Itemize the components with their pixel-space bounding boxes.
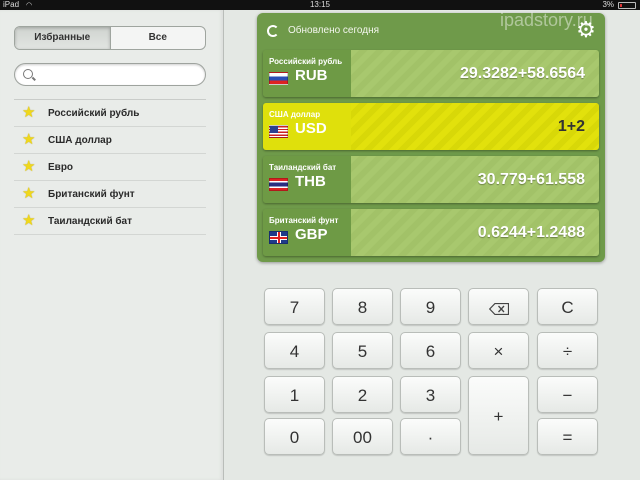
- currency-row-gbp[interactable]: Британский фунт GBP 0.6244+1.2488: [263, 209, 599, 256]
- list-item-rub[interactable]: ★ Российский рубль: [14, 100, 206, 127]
- segmented-control: Избранные Все: [14, 26, 206, 50]
- list-item-thb[interactable]: ★ Таиландский бат: [14, 208, 206, 235]
- currency-label-area: Таиландский бат THB: [263, 156, 351, 203]
- segment-favorites[interactable]: Избранные: [15, 27, 111, 49]
- star-icon: ★: [22, 131, 36, 148]
- currency-row-usd[interactable]: США доллар USD 1+2: [263, 103, 599, 150]
- battery-percent: 3%: [602, 0, 614, 9]
- list-item-label: Российский рубль: [48, 108, 140, 119]
- divide-button[interactable]: ÷: [537, 332, 598, 369]
- clear-button[interactable]: C: [537, 288, 598, 325]
- list-item-gbp[interactable]: ★ Британский фунт: [14, 181, 206, 208]
- currency-code: GBP: [295, 226, 328, 243]
- sidebar: Избранные Все ★ Российский рубль ★ США д…: [0, 10, 224, 480]
- key-8[interactable]: 8: [332, 288, 393, 325]
- currency-value: 1+2: [557, 118, 585, 135]
- currency-label-area: Британский фунт GBP: [263, 209, 351, 256]
- key-5[interactable]: 5: [332, 332, 393, 369]
- equals-button[interactable]: =: [537, 418, 598, 455]
- currency-value-area: 0.6244+1.2488: [351, 209, 599, 256]
- backspace-icon: [488, 302, 509, 315]
- search-icon: [23, 69, 33, 79]
- refresh-icon[interactable]: [267, 25, 279, 37]
- list-item-label: Таиландский бат: [48, 216, 133, 227]
- battery-icon: [618, 2, 636, 9]
- multiply-button[interactable]: ×: [468, 332, 529, 369]
- currency-name: Британский фунт: [269, 216, 339, 225]
- currency-name: Российский рубль: [269, 57, 343, 66]
- currency-label-area: США доллар USD: [263, 103, 351, 150]
- currency-name: США доллар: [269, 110, 321, 119]
- currency-value: 29.3282+58.6564: [459, 65, 585, 82]
- currency-panel: Обновлено сегодня ⚙ Российский рубль RUB…: [257, 13, 605, 262]
- key-6[interactable]: 6: [400, 332, 461, 369]
- backspace-button[interactable]: [468, 288, 529, 325]
- search-input[interactable]: [39, 66, 199, 83]
- key-3[interactable]: 3: [400, 376, 461, 413]
- currency-name: Таиландский бат: [269, 163, 337, 172]
- list-item-label: США доллар: [48, 135, 112, 146]
- key-7[interactable]: 7: [264, 288, 325, 325]
- usa-flag-icon: [269, 125, 288, 138]
- currency-code: USD: [295, 120, 327, 137]
- currency-rows: Российский рубль RUB 29.3282+58.6564 США…: [263, 50, 599, 262]
- plus-button[interactable]: +: [468, 376, 529, 455]
- list-item-usd[interactable]: ★ США доллар: [14, 127, 206, 154]
- star-icon: ★: [22, 158, 36, 175]
- uk-flag-icon: [269, 231, 288, 244]
- star-icon: ★: [22, 212, 36, 229]
- clock: 13:15: [309, 0, 331, 9]
- status-bar: iPad ◠ 13:15 3%: [0, 0, 640, 10]
- star-icon: ★: [22, 104, 36, 121]
- watermark: ipadstory.ru: [500, 10, 593, 30]
- key-2[interactable]: 2: [332, 376, 393, 413]
- key-4[interactable]: 4: [264, 332, 325, 369]
- key-0[interactable]: 0: [264, 418, 325, 455]
- currency-row-rub[interactable]: Российский рубль RUB 29.3282+58.6564: [263, 50, 599, 97]
- thailand-flag-icon: [269, 178, 288, 191]
- search-field[interactable]: [14, 63, 206, 86]
- currency-code: THB: [295, 173, 326, 190]
- currency-list: ★ Российский рубль ★ США доллар ★ Евро ★…: [14, 99, 206, 235]
- currency-value-area: 1+2: [351, 103, 599, 150]
- russia-flag-icon: [269, 72, 288, 85]
- currency-code: RUB: [295, 67, 328, 84]
- key-1[interactable]: 1: [264, 376, 325, 413]
- segment-all[interactable]: Все: [111, 27, 206, 49]
- currency-value: 30.779+61.558: [477, 171, 585, 188]
- list-item-eur[interactable]: ★ Евро: [14, 154, 206, 181]
- list-item-label: Британский фунт: [48, 189, 135, 200]
- minus-button[interactable]: −: [537, 376, 598, 413]
- currency-value-area: 30.779+61.558: [351, 156, 599, 203]
- star-icon: ★: [22, 185, 36, 202]
- updated-status: Обновлено сегодня: [288, 25, 380, 36]
- currency-value-area: 29.3282+58.6564: [351, 50, 599, 97]
- list-item-label: Евро: [48, 162, 74, 173]
- currency-value: 0.6244+1.2488: [477, 224, 585, 241]
- currency-row-thb[interactable]: Таиландский бат THB 30.779+61.558: [263, 156, 599, 203]
- key-00[interactable]: 00: [332, 418, 393, 455]
- currency-label-area: Российский рубль RUB: [263, 50, 351, 97]
- key-9[interactable]: 9: [400, 288, 461, 325]
- decimal-point-button[interactable]: ·: [400, 418, 461, 455]
